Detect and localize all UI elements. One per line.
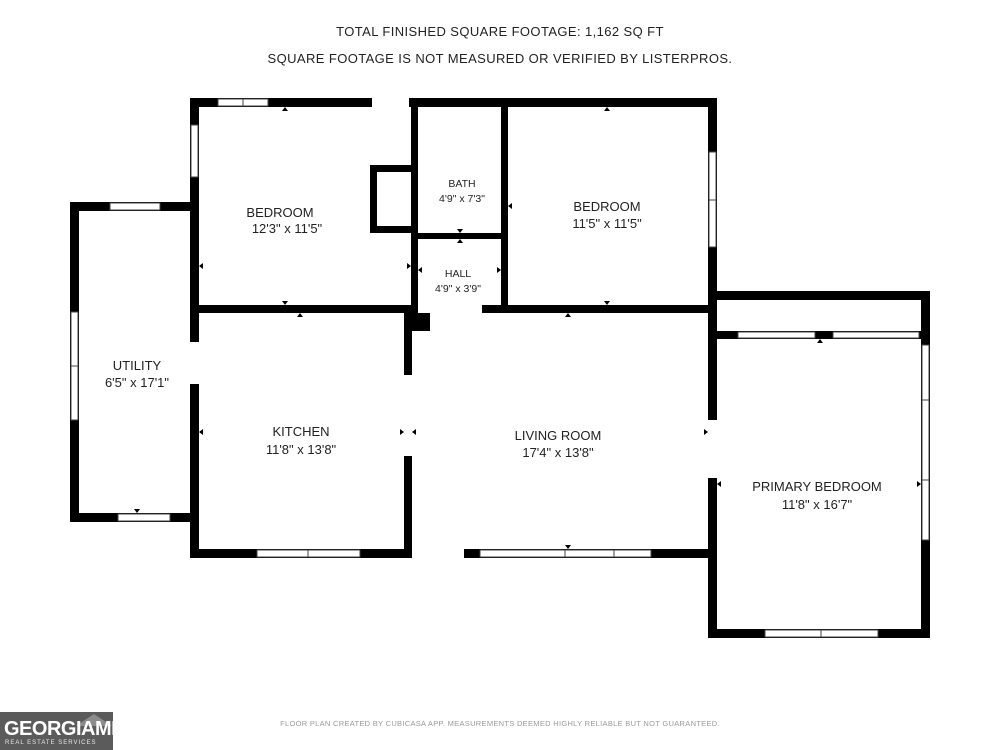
door-marker	[817, 339, 823, 343]
door-marker	[418, 267, 422, 273]
door-marker	[199, 263, 203, 269]
georgiamls-logo: GEORGIAMLS REAL ESTATE SERVICES	[0, 712, 113, 750]
bedroom-left-name: BEDROOM	[246, 205, 313, 220]
bath-name: BATH	[448, 178, 475, 190]
wall	[708, 291, 930, 300]
door-marker	[604, 107, 610, 111]
wall	[418, 233, 501, 239]
door-marker	[565, 313, 571, 317]
window	[832, 331, 920, 339]
window	[737, 331, 816, 339]
opening	[412, 549, 464, 558]
door-marker	[565, 545, 571, 549]
bedroom-right-size: 11'5" x 11'5"	[572, 216, 642, 231]
wall	[404, 456, 412, 558]
door-marker	[282, 301, 288, 305]
door-marker	[134, 509, 140, 513]
utility-name: UTILITY	[113, 358, 162, 373]
door-marker	[497, 267, 501, 273]
hall-name: HALL	[445, 268, 471, 280]
kitchen-size: 11'8" x 13'8"	[266, 442, 337, 457]
door-marker	[508, 203, 512, 209]
room-labels: BEDROOM 12'3" x 11'5" BATH 4'9" x 7'3" B…	[105, 178, 882, 512]
window	[921, 344, 930, 541]
door-marker	[457, 239, 463, 243]
bath-size: 4'9" x 7'3"	[439, 193, 485, 205]
kitchen-name: KITCHEN	[272, 424, 329, 439]
window	[117, 513, 171, 522]
living-room-name: LIVING ROOM	[515, 428, 602, 443]
door-marker	[457, 229, 463, 233]
floor-plan-disclaimer: FLOOR PLAN CREATED BY CUBICASA APP. MEAS…	[280, 719, 720, 728]
door-marker	[407, 263, 411, 269]
window	[109, 202, 161, 211]
bedroom-right-name: BEDROOM	[573, 199, 640, 214]
bedroom-left-size: 12'3" x 11'5"	[252, 221, 323, 236]
wall	[370, 165, 418, 172]
wall	[501, 98, 508, 313]
living-room-size: 17'4" x 13'8"	[522, 445, 594, 460]
utility-size: 6'5" x 17'1"	[105, 375, 169, 390]
opening	[418, 305, 482, 313]
wall	[370, 226, 418, 233]
opening	[708, 420, 717, 478]
wall	[411, 233, 418, 313]
opening	[404, 375, 412, 456]
logo-tagline: REAL ESTATE SERVICES	[5, 740, 97, 746]
door-marker	[199, 429, 203, 435]
window	[190, 124, 199, 178]
door-marker	[412, 429, 416, 435]
hall-size: 4'9" x 3'9"	[435, 283, 481, 295]
opening	[190, 342, 199, 384]
door-marker	[917, 481, 921, 487]
door-marker	[717, 481, 721, 487]
wall	[190, 98, 717, 107]
wall	[411, 98, 418, 233]
wall	[370, 165, 377, 233]
floor-plan: BEDROOM 12'3" x 11'5" BATH 4'9" x 7'3" B…	[70, 98, 930, 638]
openings	[190, 98, 717, 558]
opening	[372, 98, 409, 107]
primary-bedroom-size: 11'8" x 16'7"	[782, 497, 853, 512]
door-marker	[400, 429, 404, 435]
logo-wordmark: GEORGIAMLS	[4, 718, 113, 740]
door-marker	[704, 429, 708, 435]
primary-bedroom-name: PRIMARY BEDROOM	[752, 479, 882, 494]
door-marker	[282, 107, 288, 111]
door-marker	[604, 301, 610, 305]
door-marker	[297, 313, 303, 317]
